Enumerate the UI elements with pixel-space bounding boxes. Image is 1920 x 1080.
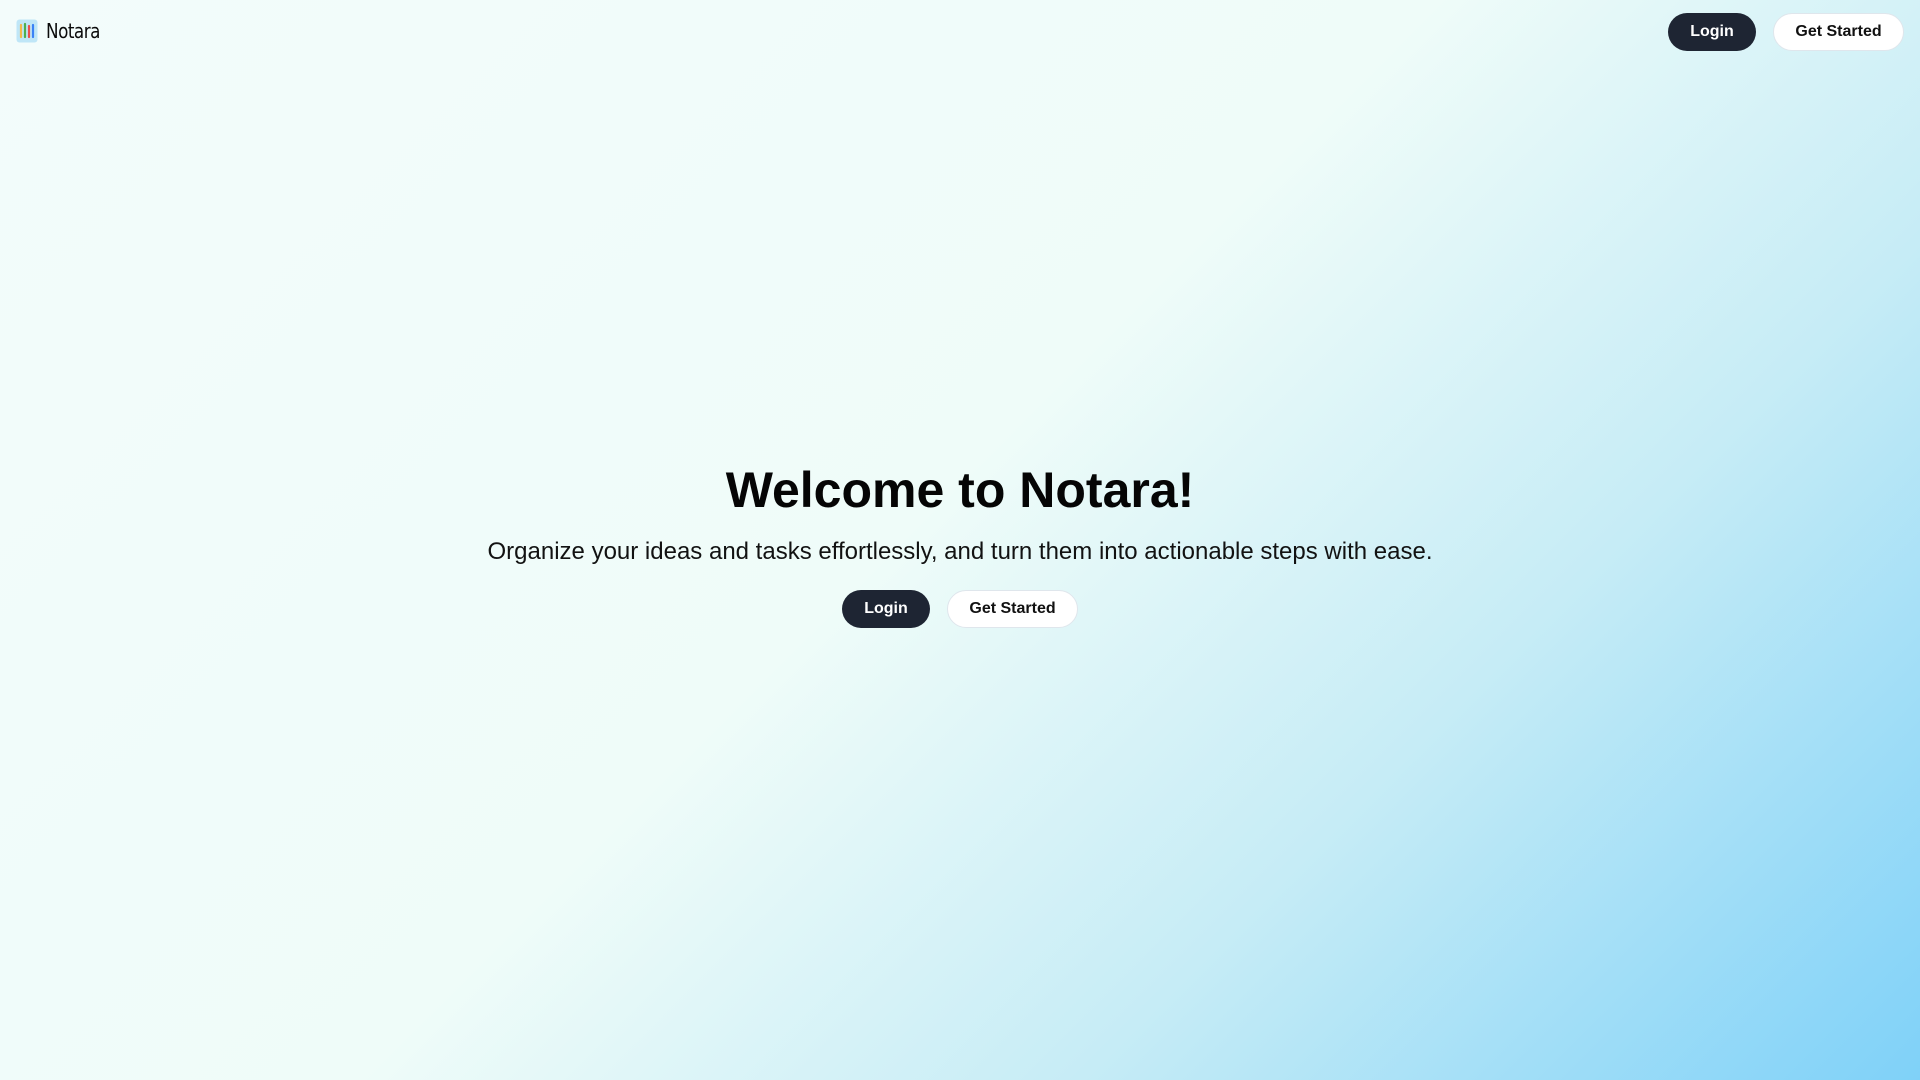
hero-get-started-button[interactable]: Get Started: [947, 590, 1078, 628]
hero-section: Welcome to Notara! Organize your ideas a…: [0, 458, 1920, 628]
nav-get-started-button[interactable]: Get Started: [1773, 13, 1904, 51]
brand[interactable]: Notara: [16, 19, 110, 43]
nav-actions: Login Get Started: [1668, 13, 1904, 51]
hero-actions: Login Get Started: [0, 590, 1920, 628]
hero-login-button[interactable]: Login: [842, 590, 930, 628]
hero-title: Welcome to Notara!: [725, 462, 1195, 518]
brand-name: Notara: [46, 19, 100, 43]
notara-logo-icon: [16, 19, 38, 43]
hero-subtitle: Organize your ideas and tasks effortless…: [487, 538, 1433, 565]
top-navbar: Notara Login Get Started: [0, 0, 1920, 64]
nav-login-button[interactable]: Login: [1668, 13, 1756, 51]
